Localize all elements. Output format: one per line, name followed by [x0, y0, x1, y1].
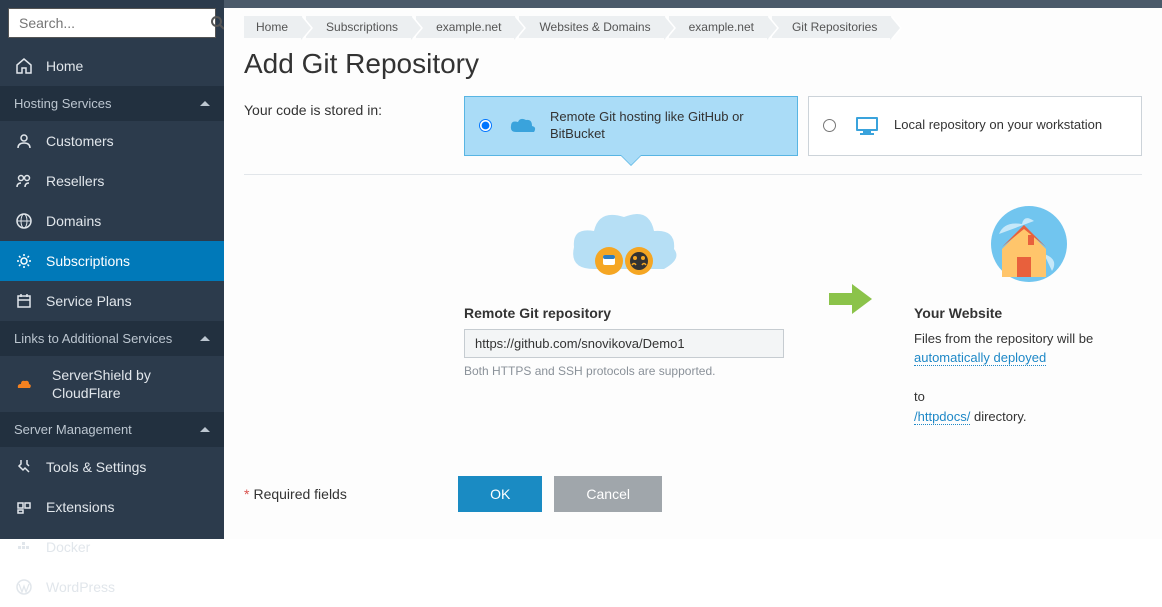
chevron-up-icon [200, 427, 210, 432]
sidebar-item-subscriptions[interactable]: Subscriptions [0, 241, 224, 281]
monitor-icon [852, 114, 882, 138]
website-illustration [914, 199, 1134, 289]
sidebar-item-label: Tools & Settings [46, 459, 146, 475]
cancel-button[interactable]: Cancel [554, 476, 662, 512]
sidebar-item-label: Docker [46, 539, 90, 555]
option-label: Remote Git hosting like GitHub or BitBuc… [550, 109, 783, 143]
repo-url-label: Remote Git repository [464, 305, 784, 321]
breadcrumb-item[interactable]: example.net [416, 16, 515, 38]
required-fields-label: *Required fields [244, 486, 347, 502]
cloud-icon [508, 114, 538, 138]
option-local-radio[interactable] [823, 119, 836, 132]
page-title: Add Git Repository [244, 48, 1142, 80]
breadcrumb-item[interactable]: Websites & Domains [519, 16, 664, 38]
sidebar-section-links[interactable]: Links to Additional Services [0, 321, 224, 356]
repo-column: Remote Git repository Both HTTPS and SSH… [464, 199, 784, 378]
gear-icon [14, 251, 34, 271]
ok-button[interactable]: OK [458, 476, 542, 512]
wordpress-icon [14, 577, 34, 597]
chevron-up-icon [200, 336, 210, 341]
sidebar-item-home[interactable]: Home [0, 46, 224, 86]
sidebar-section-server[interactable]: Server Management [0, 412, 224, 447]
breadcrumb-item[interactable]: Home [244, 16, 302, 38]
sidebar-item-docker[interactable]: Docker [0, 527, 224, 567]
chevron-up-icon [200, 101, 210, 106]
sidebar-item-label: Customers [46, 133, 114, 149]
sidebar-item-domains[interactable]: Domains [0, 201, 224, 241]
website-dir: directory. [970, 409, 1026, 424]
breadcrumb-item[interactable]: Subscriptions [306, 16, 412, 38]
auto-deploy-link[interactable]: automatically deployed [914, 350, 1046, 366]
sidebar-item-resellers[interactable]: Resellers [0, 161, 224, 201]
website-desc-line1: Files from the repository will be [914, 331, 1093, 346]
option-label: Local repository on your workstation [894, 117, 1102, 134]
stored-in-label: Your code is stored in: [244, 96, 444, 118]
sidebar-item-extensions[interactable]: Extensions [0, 487, 224, 527]
sidebar-item-label: ServerShield by CloudFlare [52, 366, 210, 402]
wrench-icon [14, 457, 34, 477]
repo-url-input[interactable] [464, 329, 784, 358]
main-content: Home Subscriptions example.net Websites … [224, 0, 1162, 539]
website-column: Your Website Files from the repository w… [914, 199, 1134, 427]
sidebar-item-label: Service Plans [46, 293, 132, 309]
globe-icon [14, 211, 34, 231]
sidebar: Home Hosting Services Customers Reseller… [0, 0, 224, 539]
breadcrumb: Home Subscriptions example.net Websites … [244, 16, 1142, 38]
sidebar-item-label: Domains [46, 213, 101, 229]
search-input[interactable] [9, 15, 210, 31]
option-remote-radio[interactable] [479, 119, 492, 132]
sidebar-item-label: Subscriptions [46, 253, 130, 269]
sidebar-item-label: Resellers [46, 173, 104, 189]
sidebar-item-service-plans[interactable]: Service Plans [0, 281, 224, 321]
website-to: to [914, 389, 925, 404]
docker-icon [14, 537, 34, 557]
home-icon [14, 56, 34, 76]
sidebar-item-servershield[interactable]: ServerShield by CloudFlare [0, 356, 224, 412]
sidebar-item-label: Home [46, 58, 83, 74]
sidebar-item-wordpress[interactable]: WordPress [0, 567, 224, 607]
arrow-icon [824, 199, 874, 319]
divider [244, 174, 1142, 175]
sidebar-item-customers[interactable]: Customers [0, 121, 224, 161]
cloudflare-icon [14, 374, 34, 394]
breadcrumb-item[interactable]: Git Repositories [772, 16, 891, 38]
httpdocs-link[interactable]: /httpdocs/ [914, 409, 970, 425]
sidebar-section-hosting[interactable]: Hosting Services [0, 86, 224, 121]
option-local-repo[interactable]: Local repository on your workstation [808, 96, 1142, 156]
cloud-illustration [464, 199, 784, 289]
sidebar-item-label: Extensions [46, 499, 114, 515]
repo-hint: Both HTTPS and SSH protocols are support… [464, 364, 784, 378]
website-title: Your Website [914, 305, 1134, 321]
search-box [8, 8, 216, 38]
puzzle-icon [14, 497, 34, 517]
users-icon [14, 171, 34, 191]
sidebar-item-label: WordPress [46, 579, 115, 595]
option-remote-hosting[interactable]: Remote Git hosting like GitHub or BitBuc… [464, 96, 798, 156]
calendar-icon [14, 291, 34, 311]
breadcrumb-item[interactable]: example.net [669, 16, 768, 38]
sidebar-item-tools[interactable]: Tools & Settings [0, 447, 224, 487]
user-icon [14, 131, 34, 151]
